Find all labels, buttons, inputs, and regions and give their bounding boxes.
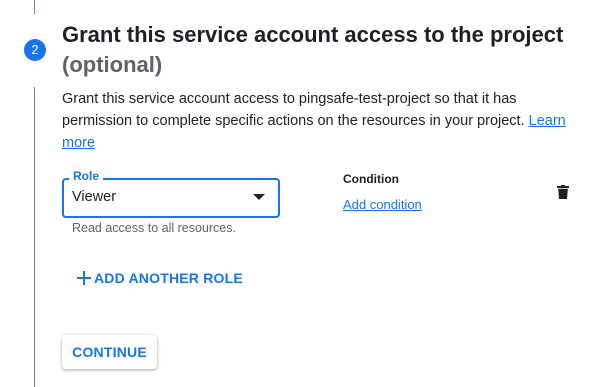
stepper-line	[34, 87, 35, 387]
step-optional-label: (optional)	[62, 52, 163, 77]
role-hint-text: Read access to all resources.	[72, 221, 236, 235]
add-another-role-label: ADD ANOTHER ROLE	[94, 270, 243, 286]
step-description: Grant this service account access to pin…	[62, 88, 572, 154]
role-field-label: Role	[69, 169, 104, 183]
role-select-value[interactable]: Viewer	[72, 189, 116, 205]
step-title-text: Grant this service account access to the…	[62, 22, 564, 47]
continue-button[interactable]: CONTINUE	[62, 335, 157, 369]
add-condition-link[interactable]: Add condition	[343, 197, 422, 212]
step-description-text: Grant this service account access to pin…	[62, 91, 525, 129]
condition-label: Condition	[343, 172, 399, 186]
trash-icon[interactable]	[556, 185, 570, 199]
add-another-role-button[interactable]: ADD ANOTHER ROLE	[76, 268, 243, 288]
stepper-line-top	[34, 0, 35, 14]
dropdown-arrow-icon[interactable]	[253, 194, 265, 200]
step-number-badge: 2	[24, 39, 46, 61]
plus-icon	[77, 271, 91, 285]
step-title: Grant this service account access to the…	[62, 20, 582, 80]
